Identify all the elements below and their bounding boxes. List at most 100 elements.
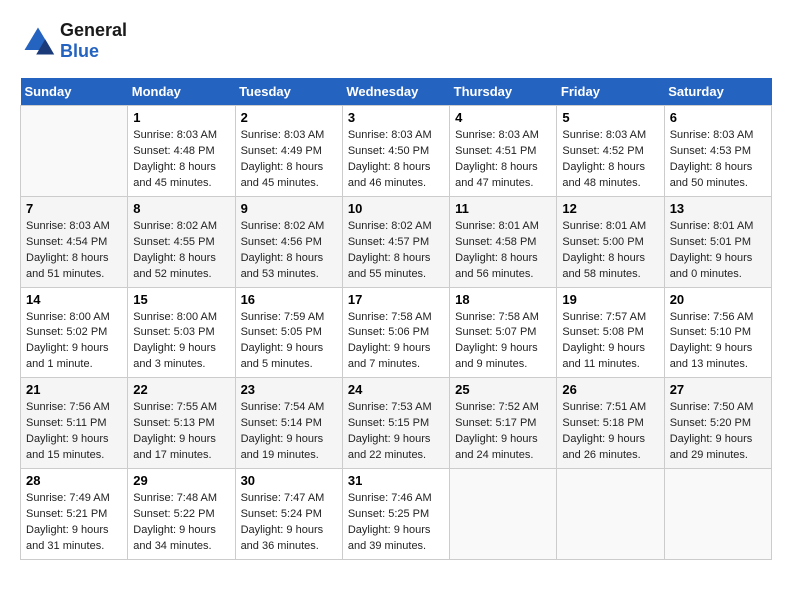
calendar-cell: 31 Sunrise: 7:46 AMSunset: 5:25 PMDayligh… xyxy=(342,469,449,560)
calendar-cell: 2 Sunrise: 8:03 AMSunset: 4:49 PMDaylight… xyxy=(235,106,342,197)
day-number: 10 xyxy=(348,201,444,216)
calendar-cell: 30 Sunrise: 7:47 AMSunset: 5:24 PMDayligh… xyxy=(235,469,342,560)
day-info: Sunrise: 7:47 AMSunset: 5:24 PMDaylight:… xyxy=(241,491,337,555)
day-number: 8 xyxy=(133,201,229,216)
calendar-cell xyxy=(557,469,664,560)
day-info: Sunrise: 8:02 AMSunset: 4:56 PMDaylight:… xyxy=(241,219,337,283)
calendar-cell: 24 Sunrise: 7:53 AMSunset: 5:15 PMDayligh… xyxy=(342,378,449,469)
day-number: 14 xyxy=(26,292,122,307)
day-info: Sunrise: 7:58 AMSunset: 5:07 PMDaylight:… xyxy=(455,310,551,374)
day-info: Sunrise: 7:46 AMSunset: 5:25 PMDaylight:… xyxy=(348,491,444,555)
header-thursday: Thursday xyxy=(450,78,557,106)
day-info: Sunrise: 7:51 AMSunset: 5:18 PMDaylight:… xyxy=(562,400,658,464)
day-info: Sunrise: 7:59 AMSunset: 5:05 PMDaylight:… xyxy=(241,310,337,374)
calendar-cell: 20 Sunrise: 7:56 AMSunset: 5:10 PMDayligh… xyxy=(664,287,771,378)
day-number: 29 xyxy=(133,473,229,488)
day-number: 19 xyxy=(562,292,658,307)
calendar-cell: 10 Sunrise: 8:02 AMSunset: 4:57 PMDayligh… xyxy=(342,196,449,287)
logo-text: GeneralBlue xyxy=(60,20,127,62)
calendar-cell: 12 Sunrise: 8:01 AMSunset: 5:00 PMDayligh… xyxy=(557,196,664,287)
calendar-cell: 21 Sunrise: 7:56 AMSunset: 5:11 PMDayligh… xyxy=(21,378,128,469)
day-number: 16 xyxy=(241,292,337,307)
day-number: 28 xyxy=(26,473,122,488)
calendar-cell: 15Sunrise: 8:00 AMSunset: 5:03 PMDayligh… xyxy=(128,287,235,378)
day-info: Sunrise: 7:56 AMSunset: 5:11 PMDaylight:… xyxy=(26,400,122,464)
day-number: 25 xyxy=(455,382,551,397)
day-number: 2 xyxy=(241,110,337,125)
day-info: Sunrise: 8:03 AMSunset: 4:54 PMDaylight:… xyxy=(26,219,122,283)
day-number: 3 xyxy=(348,110,444,125)
day-info: Sunrise: 8:02 AMSunset: 4:57 PMDaylight:… xyxy=(348,219,444,283)
day-info: Sunrise: 7:56 AMSunset: 5:10 PMDaylight:… xyxy=(670,310,766,374)
header-tuesday: Tuesday xyxy=(235,78,342,106)
day-info: Sunrise: 7:48 AMSunset: 5:22 PMDaylight:… xyxy=(133,491,229,555)
day-info: Sunrise: 8:03 AMSunset: 4:53 PMDaylight:… xyxy=(670,128,766,192)
calendar-cell: 9Sunrise: 8:02 AMSunset: 4:56 PMDaylight… xyxy=(235,196,342,287)
day-number: 13 xyxy=(670,201,766,216)
calendar-cell: 8 Sunrise: 8:02 AMSunset: 4:55 PMDaylight… xyxy=(128,196,235,287)
calendar-table: SundayMondayTuesdayWednesdayThursdayFrid… xyxy=(20,78,772,560)
day-info: Sunrise: 8:03 AMSunset: 4:50 PMDaylight:… xyxy=(348,128,444,192)
day-number: 21 xyxy=(26,382,122,397)
day-info: Sunrise: 7:57 AMSunset: 5:08 PMDaylight:… xyxy=(562,310,658,374)
page-header: GeneralBlue xyxy=(20,20,772,62)
day-number: 30 xyxy=(241,473,337,488)
calendar-header-row: SundayMondayTuesdayWednesdayThursdayFrid… xyxy=(21,78,772,106)
week-row-1: 1 Sunrise: 8:03 AMSunset: 4:48 PMDaylight… xyxy=(21,106,772,197)
calendar-cell: 4Sunrise: 8:03 AMSunset: 4:51 PMDaylight… xyxy=(450,106,557,197)
day-number: 1 xyxy=(133,110,229,125)
day-number: 11 xyxy=(455,201,551,216)
calendar-cell: 25 Sunrise: 7:52 AMSunset: 5:17 PMDayligh… xyxy=(450,378,557,469)
day-info: Sunrise: 8:01 AMSunset: 5:00 PMDaylight:… xyxy=(562,219,658,283)
day-number: 7 xyxy=(26,201,122,216)
day-number: 24 xyxy=(348,382,444,397)
header-saturday: Saturday xyxy=(664,78,771,106)
calendar-cell: 29 Sunrise: 7:48 AMSunset: 5:22 PMDayligh… xyxy=(128,469,235,560)
day-number: 12 xyxy=(562,201,658,216)
day-info: Sunrise: 7:50 AMSunset: 5:20 PMDaylight:… xyxy=(670,400,766,464)
day-info: Sunrise: 8:02 AMSunset: 4:55 PMDaylight:… xyxy=(133,219,229,283)
day-number: 4 xyxy=(455,110,551,125)
day-number: 20 xyxy=(670,292,766,307)
calendar-cell: 11 Sunrise: 8:01 AMSunset: 4:58 PMDayligh… xyxy=(450,196,557,287)
calendar-cell: 7 Sunrise: 8:03 AMSunset: 4:54 PMDaylight… xyxy=(21,196,128,287)
day-info: Sunrise: 7:52 AMSunset: 5:17 PMDaylight:… xyxy=(455,400,551,464)
calendar-cell: 16 Sunrise: 7:59 AMSunset: 5:05 PMDayligh… xyxy=(235,287,342,378)
day-info: Sunrise: 8:01 AMSunset: 4:58 PMDaylight:… xyxy=(455,219,551,283)
day-number: 31 xyxy=(348,473,444,488)
calendar-cell xyxy=(21,106,128,197)
day-info: Sunrise: 7:54 AMSunset: 5:14 PMDaylight:… xyxy=(241,400,337,464)
calendar-cell: 23Sunrise: 7:54 AMSunset: 5:14 PMDayligh… xyxy=(235,378,342,469)
day-info: Sunrise: 7:53 AMSunset: 5:15 PMDaylight:… xyxy=(348,400,444,464)
day-number: 18 xyxy=(455,292,551,307)
calendar-cell xyxy=(664,469,771,560)
calendar-cell: 13 Sunrise: 8:01 AMSunset: 5:01 PMDayligh… xyxy=(664,196,771,287)
day-number: 22 xyxy=(133,382,229,397)
calendar-cell: 5Sunrise: 8:03 AMSunset: 4:52 PMDaylight… xyxy=(557,106,664,197)
day-info: Sunrise: 8:00 AMSunset: 5:03 PMDaylight:… xyxy=(133,310,229,374)
calendar-cell: 28Sunrise: 7:49 AMSunset: 5:21 PMDayligh… xyxy=(21,469,128,560)
day-info: Sunrise: 8:01 AMSunset: 5:01 PMDaylight:… xyxy=(670,219,766,283)
day-info: Sunrise: 8:03 AMSunset: 4:52 PMDaylight:… xyxy=(562,128,658,192)
calendar-cell: 14 Sunrise: 8:00 AMSunset: 5:02 PMDayligh… xyxy=(21,287,128,378)
day-number: 27 xyxy=(670,382,766,397)
calendar-cell: 22 Sunrise: 7:55 AMSunset: 5:13 PMDayligh… xyxy=(128,378,235,469)
day-info: Sunrise: 8:03 AMSunset: 4:49 PMDaylight:… xyxy=(241,128,337,192)
day-number: 17 xyxy=(348,292,444,307)
week-row-2: 7 Sunrise: 8:03 AMSunset: 4:54 PMDaylight… xyxy=(21,196,772,287)
day-info: Sunrise: 8:00 AMSunset: 5:02 PMDaylight:… xyxy=(26,310,122,374)
day-info: Sunrise: 7:58 AMSunset: 5:06 PMDaylight:… xyxy=(348,310,444,374)
week-row-4: 21 Sunrise: 7:56 AMSunset: 5:11 PMDayligh… xyxy=(21,378,772,469)
day-info: Sunrise: 8:03 AMSunset: 4:48 PMDaylight:… xyxy=(133,128,229,192)
calendar-cell: 19 Sunrise: 7:57 AMSunset: 5:08 PMDayligh… xyxy=(557,287,664,378)
calendar-cell: 17 Sunrise: 7:58 AMSunset: 5:06 PMDayligh… xyxy=(342,287,449,378)
calendar-cell: 26Sunrise: 7:51 AMSunset: 5:18 PMDayligh… xyxy=(557,378,664,469)
week-row-3: 14 Sunrise: 8:00 AMSunset: 5:02 PMDayligh… xyxy=(21,287,772,378)
day-info: Sunrise: 7:55 AMSunset: 5:13 PMDaylight:… xyxy=(133,400,229,464)
logo-icon xyxy=(20,23,56,59)
calendar-cell xyxy=(450,469,557,560)
week-row-5: 28Sunrise: 7:49 AMSunset: 5:21 PMDayligh… xyxy=(21,469,772,560)
calendar-cell: 18 Sunrise: 7:58 AMSunset: 5:07 PMDayligh… xyxy=(450,287,557,378)
calendar-cell: 27 Sunrise: 7:50 AMSunset: 5:20 PMDayligh… xyxy=(664,378,771,469)
logo: GeneralBlue xyxy=(20,20,127,62)
